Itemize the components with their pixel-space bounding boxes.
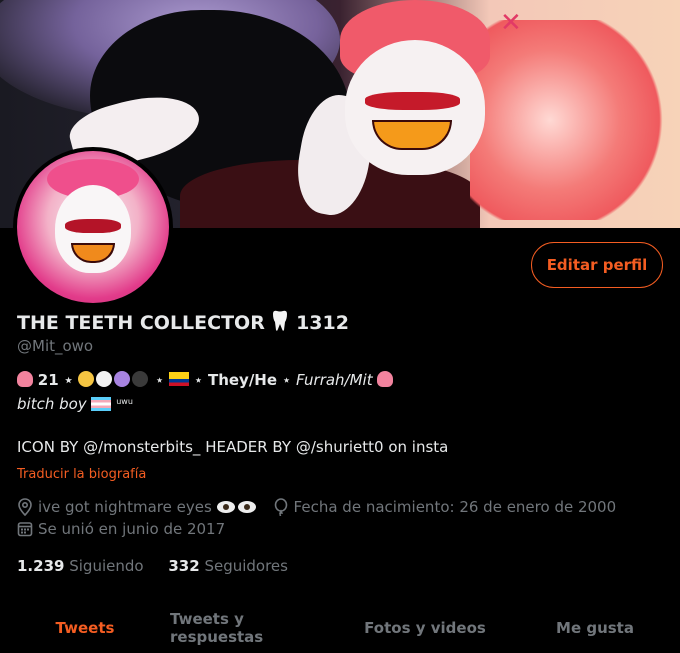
followers-link[interactable]: 332 Seguidores — [168, 557, 288, 575]
octopus-emoji-icon — [17, 371, 33, 387]
banner-art-eyes — [365, 92, 460, 110]
followers-count: 332 — [168, 557, 200, 575]
tab-likes[interactable]: Me gusta — [510, 602, 680, 653]
followers-label: Seguidores — [204, 557, 288, 575]
profile-tabs: Tweets Tweets y respuestas Fotos y video… — [0, 602, 680, 653]
bio-line-1: 21 ⋆ ⋆ ⋆ They/He ⋆ Furrah/Mit — [17, 371, 394, 389]
edit-profile-button[interactable]: Editar perfil — [531, 242, 663, 288]
tab-tweets[interactable]: Tweets — [0, 602, 170, 653]
location-pin-icon — [18, 498, 32, 516]
banner-art-leaf — [470, 20, 670, 220]
bio-line-2: bitch boy uwu — [17, 395, 133, 413]
octopus-emoji-icon — [377, 371, 394, 387]
yellow-heart-icon — [78, 371, 95, 387]
joined-text: Se unió en junio de 2017 — [38, 520, 226, 538]
bio-uwu: uwu — [116, 397, 133, 406]
user-handle: @Mit_owo — [17, 337, 94, 355]
eye-emoji-icon — [237, 501, 256, 513]
profile-meta-row-2: Se unió en junio de 2017 — [17, 520, 239, 538]
birthday-item: Fecha de nacimiento: 26 de enero de 2000 — [273, 498, 617, 516]
bio-pronouns: They/He — [207, 371, 278, 389]
bio-separator: ⋆ — [154, 371, 165, 389]
tab-media[interactable]: Fotos y videos — [340, 602, 510, 653]
calendar-icon — [17, 522, 33, 537]
bio-credits: ICON BY @/monsterbits_ HEADER BY @/shuri… — [17, 438, 449, 456]
following-link[interactable]: 1.239 Siguiendo — [17, 557, 144, 575]
display-name: THE TEETH COLLECTOR 1312 — [17, 310, 349, 337]
location-item: ive got nightmare eyes — [17, 498, 259, 516]
profile-meta-row: ive got nightmare eyes Fecha de nacimien… — [17, 498, 630, 516]
bio-separator: ⋆ — [193, 371, 204, 389]
black-heart-icon — [132, 371, 149, 387]
banner-art-marks: ✕ — [500, 8, 522, 38]
display-name-text: THE TEETH COLLECTOR — [17, 312, 265, 334]
bio-text: bitch boy — [17, 395, 87, 413]
following-label: Siguiendo — [69, 557, 144, 575]
display-name-suffix: 1312 — [296, 312, 349, 334]
colombia-flag-icon — [169, 372, 190, 386]
bio-names: Furrah/Mit — [296, 371, 373, 389]
trans-flag-icon — [91, 397, 112, 411]
bio-separator: ⋆ — [281, 371, 292, 389]
following-count: 1.239 — [17, 557, 65, 575]
profile-avatar[interactable] — [13, 147, 173, 307]
joined-item: Se unió en junio de 2017 — [17, 520, 225, 538]
bio-age: 21 ⋆ — [37, 371, 74, 389]
birthday-text: Fecha de nacimiento: 26 de enero de 2000 — [293, 498, 617, 516]
follow-stats: 1.239 Siguiendo 332 Seguidores — [17, 557, 308, 575]
tooth-emoji-icon — [271, 310, 289, 337]
translate-bio-link[interactable]: Traducir la biografía — [17, 467, 146, 482]
eye-emoji-icon — [216, 501, 235, 513]
balloon-icon — [274, 498, 287, 516]
location-text: ive got nightmare eyes — [38, 498, 212, 516]
white-heart-icon — [96, 371, 113, 387]
purple-heart-icon — [114, 371, 131, 387]
tab-tweets-replies[interactable]: Tweets y respuestas — [170, 602, 340, 653]
